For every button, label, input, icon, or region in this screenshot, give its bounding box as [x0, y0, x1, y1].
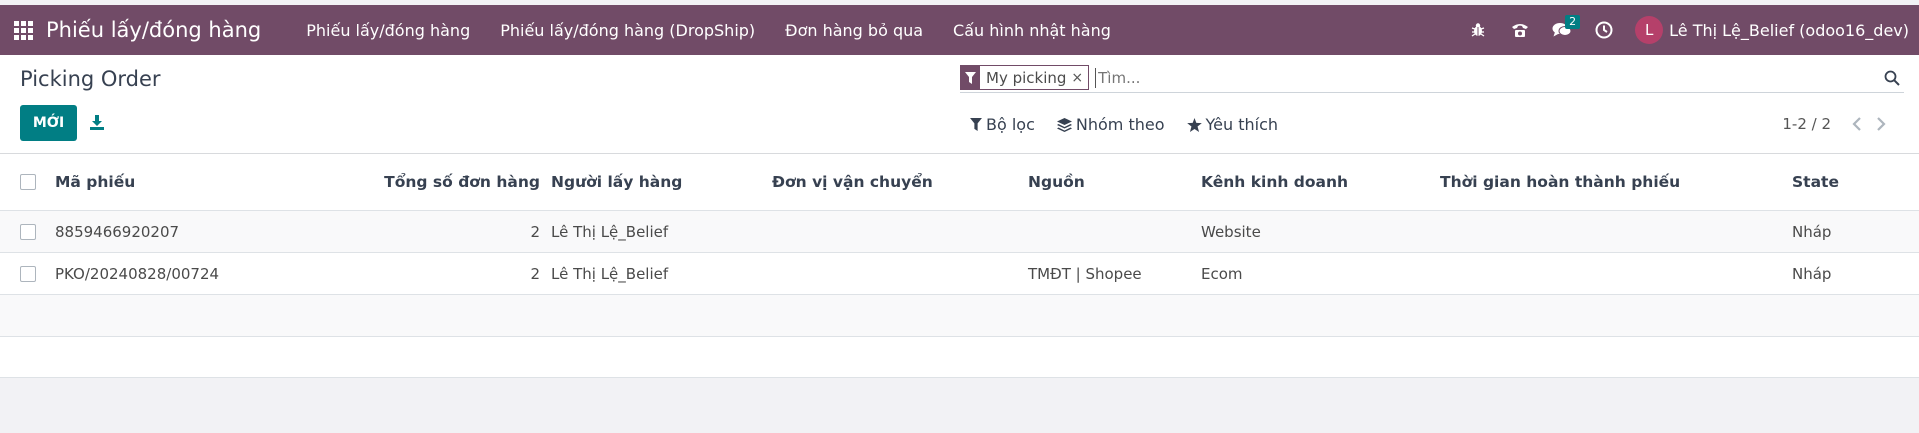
table-header: Mã phiếu Tổng số đơn hàng Người lấy hàng…	[0, 154, 1919, 211]
list-footer	[0, 337, 1919, 378]
control-panel: Picking Order MỚI My picking × Bộ lọc Nh…	[0, 55, 1919, 154]
table-row[interactable]: PKO/20240828/00724 2 Lê Thị Lệ_Belief TM…	[0, 253, 1919, 295]
search-input[interactable]	[1095, 67, 1696, 88]
favorites-dropdown[interactable]: Yêu thích	[1186, 115, 1279, 134]
chevron-left-icon[interactable]	[1845, 112, 1869, 136]
favorites-label: Yêu thích	[1205, 115, 1279, 134]
page-title: Picking Order	[20, 67, 161, 91]
user-menu[interactable]: L Lê Thị Lệ_Belief (odoo16_dev)	[1625, 16, 1919, 44]
systray: 2 L Lê Thị Lệ_Belief (odoo16_dev)	[1457, 5, 1919, 55]
cell-tong-so-don: 2	[530, 264, 540, 283]
column-header-state[interactable]: State	[1792, 173, 1839, 191]
star-icon	[1186, 117, 1202, 132]
group-by-label: Nhóm theo	[1075, 115, 1165, 134]
filter-dropdown[interactable]: Bộ lọc	[970, 115, 1035, 134]
cell-state: Nháp	[1792, 264, 1832, 283]
row-checkbox[interactable]	[20, 265, 36, 282]
layers-icon	[1056, 117, 1072, 132]
filter-icon	[961, 66, 980, 89]
menu-item-picking[interactable]: Phiếu lấy/đóng hàng	[291, 21, 485, 40]
facet-value: My picking	[986, 68, 1067, 87]
cell-ma-phieu: PKO/20240828/00724	[55, 264, 220, 283]
list-view: Mã phiếu Tổng số đơn hàng Người lấy hàng…	[0, 154, 1919, 378]
column-header-kenh-kinh-doanh[interactable]: Kênh kinh doanh	[1201, 173, 1348, 191]
chat-icon[interactable]: 2	[1541, 5, 1583, 55]
facet-remove-button[interactable]: ×	[1071, 70, 1088, 86]
cell-state: Nháp	[1792, 222, 1832, 241]
main-menu: Phiếu lấy/đóng hàng Phiếu lấy/đóng hàng …	[291, 21, 1126, 40]
filter-label: Bộ lọc	[986, 115, 1035, 134]
apps-grid-icon[interactable]	[0, 5, 46, 55]
column-header-nguoi-lay[interactable]: Người lấy hàng	[551, 173, 682, 191]
column-header-thoi-gian[interactable]: Thời gian hoàn thành phiếu	[1440, 173, 1680, 191]
column-header-tong-so-don[interactable]: Tổng số đơn hàng	[384, 173, 540, 191]
cell-nguoi-lay: Lê Thị Lệ_Belief	[551, 264, 669, 283]
empty-row	[0, 295, 1919, 337]
column-header-ma-phieu[interactable]: Mã phiếu	[55, 173, 135, 191]
search-facet: My picking ×	[960, 65, 1090, 90]
messages-badge: 2	[1565, 15, 1581, 29]
menu-item-dropship[interactable]: Phiếu lấy/đóng hàng (DropShip)	[485, 21, 770, 40]
pager-value[interactable]: 1-2 / 2	[1782, 115, 1831, 133]
table-row[interactable]: 8859466920207 2 Lê Thị Lệ_Belief Website…	[0, 211, 1919, 253]
avatar: L	[1635, 16, 1664, 44]
cell-nguoi-lay: Lê Thị Lệ_Belief	[551, 222, 669, 241]
bug-icon[interactable]	[1457, 5, 1499, 55]
download-icon[interactable]	[86, 110, 108, 134]
column-header-nguon[interactable]: Nguồn	[1028, 173, 1085, 191]
menu-item-skipped-orders[interactable]: Đơn hàng bỏ qua	[770, 21, 938, 40]
pager: 1-2 / 2	[1782, 112, 1893, 136]
search-bar: My picking ×	[960, 63, 1904, 93]
filter-icon	[970, 118, 982, 131]
new-button[interactable]: MỚI	[20, 105, 77, 141]
phone-icon[interactable]	[1499, 5, 1541, 55]
menu-item-config[interactable]: Cấu hình nhật hàng	[938, 21, 1126, 40]
select-all-checkbox[interactable]	[20, 174, 36, 190]
cell-ma-phieu: 8859466920207	[55, 222, 180, 241]
cell-nguon: TMĐT | Shopee	[1028, 264, 1142, 283]
group-by-dropdown[interactable]: Nhóm theo	[1056, 115, 1165, 134]
app-name[interactable]: Phiếu lấy/đóng hàng	[46, 18, 261, 42]
column-header-don-vi-van-chuyen[interactable]: Đơn vị vận chuyển	[772, 173, 933, 191]
clock-icon[interactable]	[1583, 5, 1625, 55]
row-checkbox[interactable]	[20, 223, 36, 240]
chevron-right-icon[interactable]	[1869, 112, 1893, 136]
cell-kenh-kinh-doanh: Website	[1201, 222, 1261, 241]
cell-tong-so-don: 2	[530, 222, 540, 241]
search-icon[interactable]	[1880, 66, 1904, 90]
user-name: Lê Thị Lệ_Belief (odoo16_dev)	[1669, 20, 1909, 40]
cell-kenh-kinh-doanh: Ecom	[1201, 264, 1243, 283]
top-navbar: Phiếu lấy/đóng hàng Phiếu lấy/đóng hàng …	[0, 5, 1919, 55]
search-options: Bộ lọc Nhóm theo Yêu thích	[970, 115, 1300, 134]
